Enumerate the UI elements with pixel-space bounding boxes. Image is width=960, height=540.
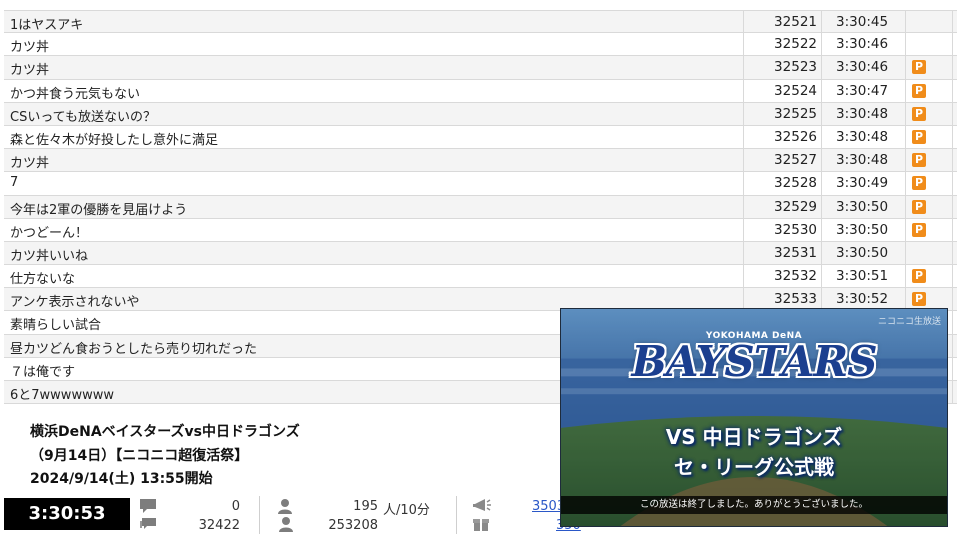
comment-icon [140, 499, 156, 513]
comment-text: カツ丼いいね [10, 248, 89, 264]
comment-number: 32523 [743, 56, 821, 79]
comment-row[interactable]: カツ丼 32522 3:30:46 [4, 33, 957, 57]
comment-count-current: 0 [231, 499, 240, 514]
comment-text: 昼カツどん食おうとしたら売り切れだった [10, 341, 258, 357]
comment-number: 32529 [743, 195, 821, 218]
comment-row[interactable]: 今年は2軍の優勝を見届けよう 32529 3:30:50 P [4, 195, 957, 219]
comment-text: CSいっても放送ないの？ [10, 109, 157, 125]
comment-time: 3:30:50 [821, 241, 905, 265]
comment-row[interactable]: 仕方ないな 32532 3:30:51 P [4, 265, 957, 289]
comment-number: 32524 [743, 79, 821, 102]
comment-number: 32530 [743, 218, 821, 241]
comment-row[interactable]: かつ丼食う元気もない 32524 3:30:47 P [4, 79, 957, 103]
comment-text: 仕方ないな [10, 272, 76, 288]
broadcast-ended-message: この放送は終了しました。ありがとうございました。 [561, 496, 947, 514]
comment-number: 32532 [743, 265, 821, 288]
viewer-count-total: 253208 [328, 518, 378, 533]
comment-badge-cell: P [905, 56, 953, 79]
comment-badge-cell: P [905, 218, 953, 241]
program-start-time: 2024/9/14(土) 13:55開始 [30, 471, 213, 487]
comment-badge-cell: P [905, 125, 953, 149]
comment-number: 32527 [743, 149, 821, 172]
viewer-count-recent: 195 [353, 499, 378, 514]
comment-badge-cell: P [905, 265, 953, 288]
comment-text: カツ丼 [10, 63, 50, 79]
premium-badge-icon: P [912, 176, 926, 191]
comment-text: ７は俺です [10, 364, 76, 380]
premium-badge-icon: P [912, 292, 926, 307]
comment-time: 3:30:50 [821, 195, 905, 218]
premium-badge-icon: P [912, 199, 926, 214]
comment-text: カツ丼 [10, 40, 50, 56]
premium-badge-icon: P [912, 129, 926, 144]
premium-badge-icon: P [912, 269, 926, 284]
comment-row[interactable]: かつどーん！ 32530 3:30:50 P [4, 218, 957, 242]
premium-badge-icon: P [912, 106, 926, 121]
comment-stack-icon [140, 518, 156, 529]
comment-row[interactable]: カツ丼いいね 32531 3:30:50 [4, 241, 957, 266]
comment-text: カツ丼 [10, 156, 50, 172]
team-logo: BAYSTARS [631, 337, 877, 386]
comment-row[interactable]: 1はヤスアキ 32521 3:30:45 [4, 10, 957, 34]
comment-time: 3:30:47 [821, 79, 905, 102]
comment-number: 32522 [743, 33, 821, 56]
premium-badge-icon: P [912, 60, 926, 75]
comment-row[interactable]: カツ丼 32523 3:30:46 P [4, 56, 957, 80]
video-player[interactable]: ニコニコ生放送 YOKOHAMA DeNA BAYSTARS VS 中日ドラゴン… [560, 308, 948, 527]
comment-number: 32526 [743, 125, 821, 149]
comment-text: かつ丼食う元気もない [10, 86, 141, 102]
comment-number: 32525 [743, 102, 821, 125]
comment-time: 3:30:46 [821, 33, 905, 56]
comment-badge-cell: P [905, 195, 953, 218]
comment-badge-cell [905, 33, 953, 56]
comment-row[interactable]: CSいっても放送ないの？ 32525 3:30:48 P [4, 102, 957, 126]
comment-text: アンケ表示されないや [10, 295, 140, 311]
comment-time: 3:30:49 [821, 172, 905, 195]
comment-time: 3:30:48 [821, 125, 905, 149]
comment-badge-cell: P [905, 172, 953, 195]
comment-badge-cell: P [905, 149, 953, 172]
program-title: 横浜DeNAベイスターズvs中日ドラゴンズ [30, 424, 300, 440]
comment-time: 3:30:48 [821, 149, 905, 172]
comment-text: 6と7wwwwwww [10, 388, 114, 403]
comment-badge-cell: P [905, 102, 953, 125]
league-text: セ・リーグ公式戦 [674, 455, 834, 479]
player-watermark: ニコニコ生放送 [877, 317, 941, 327]
viewer-icon [278, 499, 292, 514]
comment-text: 1はヤスアキ [10, 18, 84, 33]
comment-count-total: 32422 [198, 518, 240, 533]
comment-text: 今年は2軍の優勝を見届けよう [10, 202, 188, 218]
viewer-total-icon [279, 517, 293, 532]
comment-badge-cell [905, 11, 953, 33]
comment-time: 3:30:46 [821, 56, 905, 79]
viewer-unit: 人/10分 [383, 503, 430, 518]
comment-text: 素晴らしい試合 [10, 318, 102, 334]
comment-text: 森と佐々木が好投したし意外に満足 [10, 132, 219, 148]
comment-text: 7 [10, 175, 19, 191]
comment-number: 32531 [743, 241, 821, 265]
divider [259, 496, 260, 534]
comment-number: 32528 [743, 172, 821, 195]
premium-badge-icon: P [912, 153, 926, 168]
comment-time: 3:30:51 [821, 265, 905, 288]
elapsed-timer: 3:30:53 [4, 498, 130, 530]
comment-row[interactable]: 森と佐々木が好投したし意外に満足 32526 3:30:48 P [4, 125, 957, 150]
comment-badge-cell: P [905, 79, 953, 102]
matchup-text: VS 中日ドラゴンズ [665, 425, 843, 449]
comment-number: 32521 [743, 11, 821, 33]
comment-row[interactable]: カツ丼 32527 3:30:48 P [4, 149, 957, 173]
comment-time: 3:30:48 [821, 102, 905, 125]
comment-badge-cell [905, 241, 953, 265]
program-subtitle: （9月14日）【ニコニコ超復活祭】 [30, 448, 249, 464]
ad-icon [473, 499, 491, 511]
comment-text: かつどーん！ [10, 225, 89, 241]
premium-badge-icon: P [912, 222, 926, 237]
gift-icon [473, 519, 489, 531]
comment-row[interactable]: 7 32528 3:30:49 P [4, 172, 957, 196]
comment-time: 3:30:50 [821, 218, 905, 241]
premium-badge-icon: P [912, 83, 926, 98]
comment-time: 3:30:45 [821, 11, 905, 33]
divider [456, 496, 457, 534]
